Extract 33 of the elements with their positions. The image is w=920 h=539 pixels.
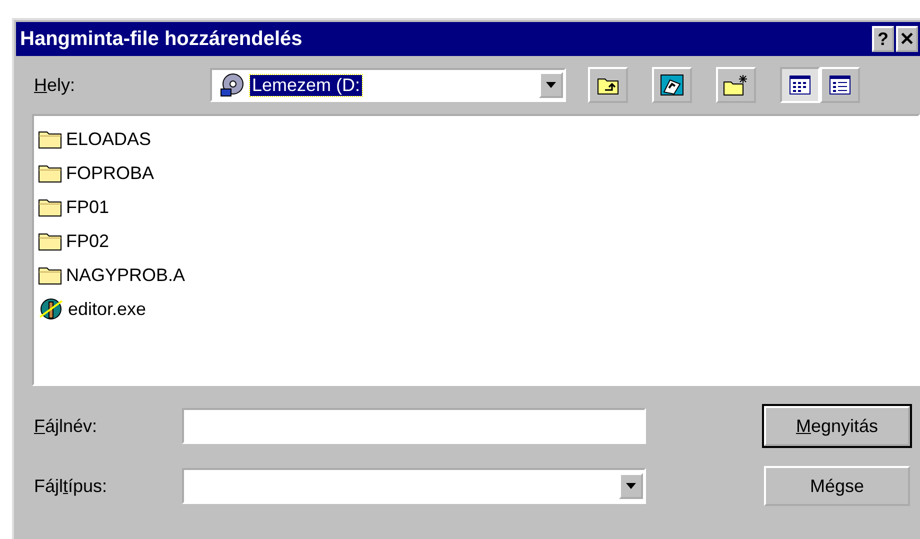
close-button[interactable]: ✕ bbox=[896, 26, 918, 52]
location-dropdown[interactable]: Lemezem (D: bbox=[210, 68, 566, 102]
file-name[interactable]: ELOADAS bbox=[66, 128, 152, 150]
folder-icon bbox=[38, 129, 62, 149]
window-title: Hangminta-file hozzárendelés bbox=[20, 28, 304, 50]
details-view-icon bbox=[829, 75, 851, 95]
field-label: Fájlnév: bbox=[34, 416, 98, 436]
location-value: Lemezem (D: bbox=[250, 74, 362, 96]
details-view-button[interactable] bbox=[820, 67, 860, 103]
help-button[interactable]: ? bbox=[872, 26, 894, 52]
up-folder-button[interactable] bbox=[588, 67, 628, 103]
list-view-icon bbox=[789, 75, 811, 95]
cancel-button[interactable]: Mégse bbox=[764, 466, 910, 506]
file-name[interactable]: FP01 bbox=[66, 196, 110, 218]
disc-drive-icon bbox=[220, 73, 244, 97]
folder-icon bbox=[38, 265, 62, 285]
field-label: Fájltípus: bbox=[34, 476, 108, 496]
file-name[interactable]: FOPROBA bbox=[66, 162, 154, 184]
application-icon bbox=[38, 297, 64, 321]
new-folder-button[interactable] bbox=[716, 67, 756, 103]
folder-icon bbox=[38, 231, 62, 251]
file-name-field[interactable] bbox=[182, 408, 646, 444]
folder-icon bbox=[38, 197, 62, 217]
desktop-icon bbox=[660, 74, 684, 96]
file-name[interactable]: editor.exe bbox=[68, 298, 146, 320]
desktop-button[interactable] bbox=[652, 67, 692, 103]
file-name[interactable]: NAGYPROB.A bbox=[66, 264, 186, 286]
new-folder-icon bbox=[723, 74, 749, 96]
list-view-button[interactable] bbox=[780, 67, 820, 103]
file-name[interactable]: FP02 bbox=[66, 230, 110, 252]
open-button[interactable]: Megnyitás bbox=[764, 406, 910, 446]
folder-icon bbox=[38, 163, 62, 183]
field-label: Hely: bbox=[34, 74, 76, 96]
